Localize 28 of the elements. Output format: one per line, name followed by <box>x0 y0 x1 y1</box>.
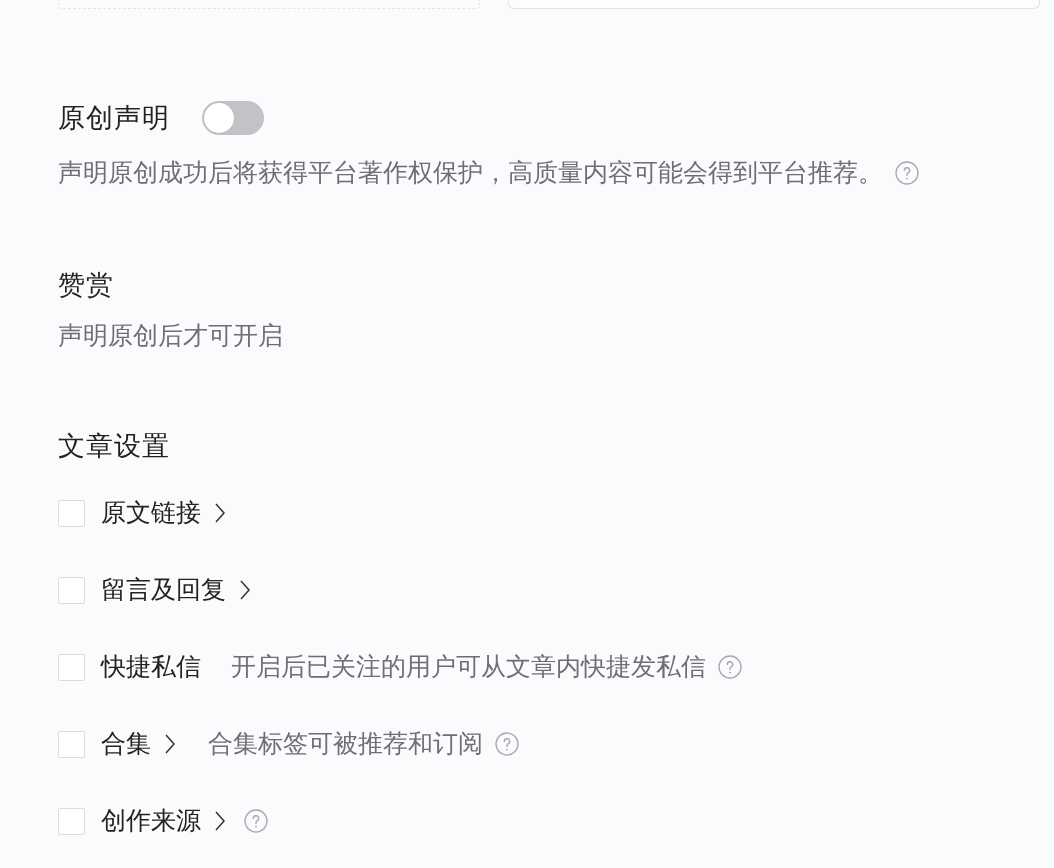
option-label[interactable]: 留言及回复 <box>101 573 226 607</box>
help-icon[interactable] <box>495 732 519 756</box>
chevron-icon[interactable] <box>214 810 226 832</box>
option-label[interactable]: 合集 <box>101 727 151 761</box>
section-title: 赞赏 <box>58 268 114 302</box>
hint-text: 开启后已关注的用户可从文章内快捷发私信 <box>231 651 706 683</box>
toggle-switch[interactable] <box>202 101 264 135</box>
input-field[interactable] <box>58 0 480 9</box>
hint-text: 合集标签可被推荐和订阅 <box>208 728 483 760</box>
input-field[interactable] <box>508 0 1040 9</box>
chevron-icon[interactable] <box>239 579 251 601</box>
option-label[interactable]: 原文链接 <box>101 496 201 530</box>
option-label[interactable]: 快捷私信 <box>101 650 201 684</box>
checkbox[interactable] <box>58 807 85 835</box>
description-text: 声明原创成功后将获得平台著作权保护，高质量内容可能会得到平台推荐。 <box>58 157 883 189</box>
checkbox[interactable] <box>58 653 85 681</box>
chevron-icon[interactable] <box>214 502 226 524</box>
checkbox[interactable] <box>58 499 85 527</box>
help-icon[interactable] <box>244 809 268 833</box>
option-label[interactable]: 创作来源 <box>101 804 201 838</box>
section-title: 文章设置 <box>58 429 170 463</box>
help-icon[interactable] <box>895 161 919 185</box>
checkbox[interactable] <box>58 576 85 604</box>
checkbox[interactable] <box>58 730 85 758</box>
section-title: 原创声明 <box>58 101 170 135</box>
note-text: 声明原创后才可开启 <box>58 320 283 352</box>
help-icon[interactable] <box>718 655 742 679</box>
chevron-icon[interactable] <box>164 733 176 755</box>
